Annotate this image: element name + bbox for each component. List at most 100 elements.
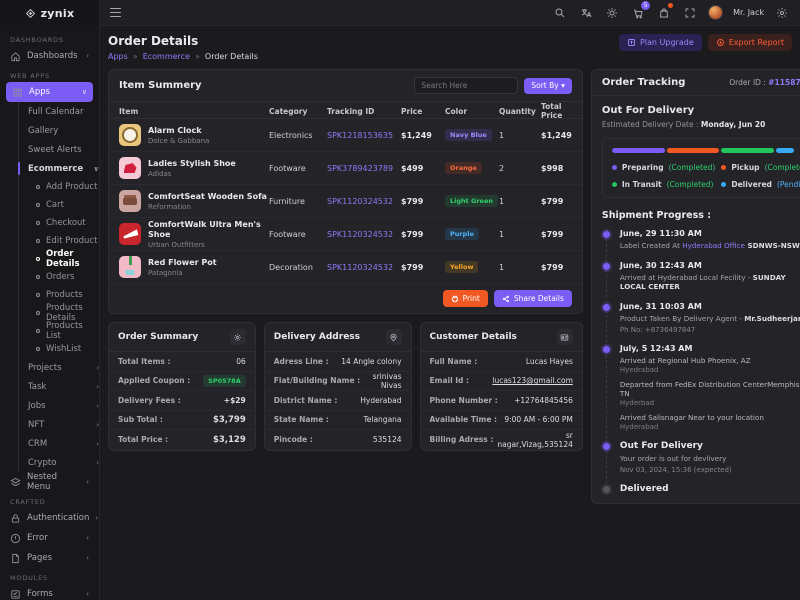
sidebar-subitem[interactable]: Products	[36, 286, 99, 304]
sidebar-subitem[interactable]: Jobs›	[28, 396, 99, 415]
sidebar-subitem[interactable]: Add Product	[36, 178, 99, 196]
bullet-icon	[36, 329, 40, 333]
bullet-icon	[36, 203, 40, 207]
sidebar-subitem[interactable]: Task›	[28, 377, 99, 396]
product-price: $799	[401, 263, 445, 272]
user-avatar[interactable]	[708, 5, 723, 20]
sidebar-subitem[interactable]: Products Details	[36, 304, 99, 322]
product-name: Ladies Stylish Shoe	[148, 159, 236, 169]
product-brand: Urban Outfitters	[148, 241, 269, 249]
office-link[interactable]: Hyderabad Office	[682, 241, 745, 250]
sidebar-subitem[interactable]: Gallery	[28, 121, 99, 140]
share-details-button[interactable]: Share Details	[494, 290, 572, 307]
sidebar-item-pages[interactable]: Pages›	[0, 548, 99, 568]
sidebar-subitem[interactable]: Orders	[36, 268, 99, 286]
product-quantity: 1	[499, 263, 541, 272]
file-icon	[10, 553, 21, 564]
sidebar-subitem-ecommerce[interactable]: Ecommerce∨	[28, 159, 99, 178]
delivery-address-title: Delivery Address	[274, 332, 360, 342]
sidebar-item-apps[interactable]: Apps∨	[6, 82, 93, 102]
customer-email-link[interactable]: lucas123@gmail.com	[492, 376, 573, 385]
customer-name: Lucas Hayes	[526, 357, 573, 366]
product-name: ComfortWalk Ultra Men's Shoe	[148, 220, 269, 240]
product-category: Footware	[269, 230, 327, 239]
location-pin-icon[interactable]	[386, 329, 402, 345]
product-price: $799	[401, 230, 445, 239]
chevron-down-icon: ∨	[93, 165, 99, 173]
sidebar-subitem[interactable]: NFT›	[28, 415, 99, 434]
sidebar-subitem[interactable]: Full Calendar	[28, 102, 99, 121]
gear-icon[interactable]	[230, 329, 246, 345]
product-quantity: 1	[499, 131, 541, 140]
progress-legend: Preparing(Completed) Pickup(Completed) I…	[612, 163, 796, 189]
tracking-id-link[interactable]: SPK1120324532	[327, 230, 401, 239]
tracking-id-link[interactable]: SPK1120324532	[327, 263, 401, 272]
sidebar-subitem[interactable]: Crypto›	[28, 453, 99, 472]
cart-icon[interactable]: 5	[630, 5, 646, 21]
timeline-dot	[603, 486, 610, 493]
share-icon	[502, 295, 510, 303]
product-image	[119, 124, 141, 146]
sidebar-subitem[interactable]: Cart	[36, 196, 99, 214]
sidebar-subitem[interactable]: Sweet Alerts	[28, 140, 99, 159]
chevron-right-icon: ›	[96, 364, 99, 372]
theme-toggle-icon[interactable]	[604, 5, 620, 21]
breadcrumb-apps[interactable]: Apps	[108, 52, 128, 61]
search-icon[interactable]	[552, 5, 568, 21]
order-id-link[interactable]: #115876	[768, 78, 800, 87]
sidebar-item-authentication[interactable]: Authentication›	[0, 508, 99, 528]
product-name: ComfortSeat Wooden Sofa	[148, 192, 267, 202]
sort-by-button[interactable]: Sort By ▾	[524, 78, 572, 94]
product-price: $499	[401, 164, 445, 173]
sidebar-subitem[interactable]: Projects›	[28, 358, 99, 377]
sidebar-item-dashboards[interactable]: Dashboards›	[0, 46, 99, 66]
fullscreen-icon[interactable]	[682, 5, 698, 21]
sidebar-subitem[interactable]: Edit Product	[36, 232, 99, 250]
main-content: Order Details Apps » Ecommerce » Order D…	[100, 26, 800, 600]
bullet-icon	[36, 311, 40, 315]
breadcrumb-current: Order Details	[205, 52, 258, 61]
product-brand: Reformation	[148, 203, 267, 211]
sidebar-toggle-icon[interactable]	[110, 8, 121, 17]
brand-logo[interactable]: zynix	[0, 0, 100, 26]
sidebar-subitem[interactable]: Checkout	[36, 214, 99, 232]
chevron-right-icon: ›	[96, 421, 99, 429]
settings-gear-icon[interactable]	[774, 5, 790, 21]
sidebar-item-nested-menu[interactable]: Nested Menu›	[0, 472, 99, 492]
product-quantity: 1	[499, 230, 541, 239]
timeline-dot	[603, 346, 610, 353]
subtotal-value: $3,799	[213, 415, 246, 425]
user-name: Mr. Jack	[733, 8, 764, 17]
product-price: $799	[401, 197, 445, 206]
export-report-button[interactable]: Export Report	[708, 34, 792, 51]
chevron-right-icon: ›	[86, 534, 89, 542]
sidebar-item-error[interactable]: Error›	[0, 528, 99, 548]
tracking-id-link[interactable]: SPK1120324532	[327, 197, 401, 206]
shopping-bag-icon[interactable]	[656, 5, 672, 21]
tracking-id-link[interactable]: SPK1218153635	[327, 131, 401, 140]
product-total: $799	[541, 263, 572, 272]
product-total: $799	[541, 197, 572, 206]
tracking-id-link[interactable]: SPK3789423789	[327, 164, 401, 173]
chevron-right-icon: ›	[86, 590, 89, 598]
sidebar-item-forms[interactable]: Forms›	[0, 584, 99, 600]
product-name: Red Flower Pot	[148, 258, 217, 268]
order-summary-title: Order Summary	[118, 332, 198, 342]
customer-billing-address: sr nagar,Vizag,535124	[497, 431, 573, 449]
translate-icon[interactable]	[578, 5, 594, 21]
sidebar-subitem[interactable]: Products List	[36, 322, 99, 340]
sidebar-subitem[interactable]: CRM›	[28, 434, 99, 453]
search-input[interactable]	[414, 77, 518, 94]
sidebar-section-dashboards: DASHBOARDS	[0, 30, 99, 46]
legend-item: Pickup(Completed)	[721, 163, 800, 172]
progress-segment-preparing	[612, 148, 665, 153]
sidebar-subitem[interactable]: Order Details	[36, 250, 99, 268]
app-window: zynix 5 Mr. Jack DASHBOAR	[0, 0, 800, 600]
product-image	[119, 190, 141, 212]
notification-dot	[668, 3, 673, 8]
id-card-icon[interactable]	[557, 329, 573, 345]
plan-upgrade-button[interactable]: Plan Upgrade	[619, 34, 702, 51]
print-button[interactable]: Print	[443, 290, 488, 307]
breadcrumb-ecommerce[interactable]: Ecommerce	[143, 52, 190, 61]
sidebar-subitem[interactable]: WishList	[36, 340, 99, 358]
